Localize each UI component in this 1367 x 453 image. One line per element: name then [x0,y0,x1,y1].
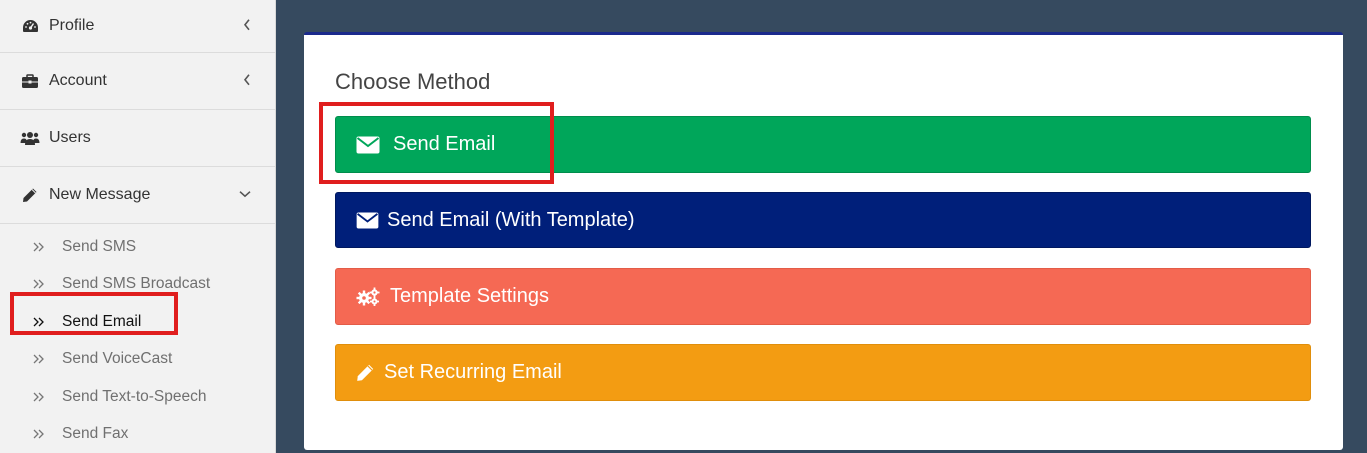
template-settings-button[interactable]: Template Settings [335,268,1311,325]
sidebar: Profile Account Users New Message Send S… [0,0,276,453]
sidebar-item-profile[interactable]: Profile [0,0,275,53]
briefcase-icon [20,73,40,89]
double-chevron-right-icon [33,279,47,289]
double-chevron-right-icon [33,317,47,327]
chevron-down-icon [239,190,251,198]
sidebar-item-label: New Message [49,186,151,203]
button-label: Send Email [393,133,496,155]
sidebar-item-label: Profile [49,17,95,34]
submenu-item-send-text-to-speech[interactable]: Send Text-to-Speech [0,378,275,416]
submenu-item-label: Send Text-to-Speech [62,387,207,405]
choose-method-panel: Choose Method Send Email Send Email (Wit… [304,32,1343,450]
gears-icon [356,287,381,307]
users-icon [20,130,40,146]
new-message-submenu: Send SMS Send SMS Broadcast Send Email S… [0,224,275,453]
button-label: Template Settings [390,285,549,307]
submenu-item-send-sms-broadcast[interactable]: Send SMS Broadcast [0,266,275,304]
double-chevron-right-icon [33,354,47,364]
submenu-item-send-sms[interactable]: Send SMS [0,228,275,266]
envelope-icon [356,211,379,229]
send-email-with-template-button[interactable]: Send Email (With Template) [335,192,1311,248]
sidebar-item-new-message[interactable]: New Message [0,167,275,224]
double-chevron-right-icon [33,242,47,252]
button-label: Send Email (With Template) [387,208,635,231]
sidebar-item-label: Users [49,129,91,146]
panel-title: Choose Method [335,69,491,94]
sidebar-item-label: Account [49,72,107,89]
sidebar-item-account[interactable]: Account [0,53,275,110]
send-email-button[interactable]: Send Email [335,116,1311,173]
submenu-item-send-email[interactable]: Send Email [0,303,275,341]
submenu-item-send-voicecast[interactable]: Send VoiceCast [0,341,275,379]
envelope-icon [356,136,380,154]
submenu-item-label: Send Fax [62,425,129,443]
sidebar-item-users[interactable]: Users [0,110,275,167]
chevron-left-icon [243,19,251,31]
submenu-item-label: Send Email [62,312,142,330]
submenu-item-label: Send VoiceCast [62,350,173,368]
set-recurring-email-button[interactable]: Set Recurring Email [335,344,1311,401]
submenu-item-label: Send SMS Broadcast [62,275,211,293]
double-chevron-right-icon [33,429,47,439]
button-label: Set Recurring Email [384,361,562,383]
pencil-icon [356,363,375,382]
chevron-left-icon [243,74,251,86]
dashboard-icon [20,18,40,34]
double-chevron-right-icon [33,392,47,402]
pencil-icon [20,187,40,203]
submenu-item-send-fax[interactable]: Send Fax [0,416,275,453]
submenu-item-label: Send SMS [62,237,137,255]
